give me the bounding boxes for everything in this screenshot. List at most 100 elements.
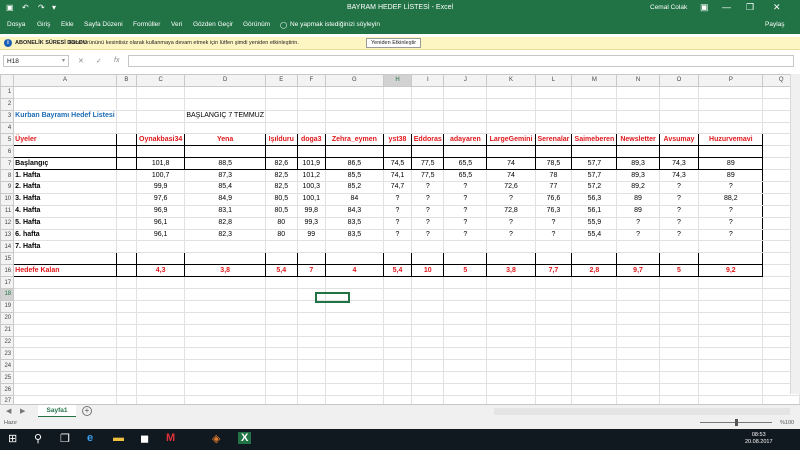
cell[interactable] [184, 97, 266, 111]
start-note[interactable]: BAŞLANGIÇ 7 TEMMUZ [184, 109, 266, 123]
cell[interactable] [616, 335, 660, 349]
cell[interactable] [135, 109, 186, 123]
members-label[interactable]: Üyeler [13, 133, 117, 147]
cell[interactable] [135, 276, 186, 290]
column-header[interactable]: O [658, 74, 700, 87]
cell[interactable] [13, 335, 117, 349]
row-header[interactable]: 22 [0, 335, 15, 349]
cell[interactable] [184, 252, 266, 266]
mcafee-icon[interactable]: M [166, 432, 175, 444]
cell[interactable] [616, 145, 660, 159]
cell[interactable] [534, 145, 573, 159]
cell[interactable] [443, 383, 488, 397]
weight-value[interactable]: 57,7 [571, 157, 618, 171]
weight-value[interactable]: ? [411, 181, 445, 194]
cell[interactable] [616, 97, 660, 111]
member-name[interactable]: adayaren [443, 133, 488, 147]
weight-value[interactable]: ? [698, 204, 764, 218]
cell[interactable] [698, 288, 764, 301]
cell[interactable] [616, 383, 660, 397]
cell[interactable] [265, 288, 298, 301]
maximize-button[interactable]: ❐ [746, 2, 754, 13]
cell[interactable] [265, 323, 298, 337]
weight-value[interactable]: 72,6 [486, 181, 536, 194]
cell[interactable] [184, 311, 266, 325]
cell[interactable] [486, 383, 536, 397]
weight-value[interactable]: ? [486, 192, 536, 206]
cell[interactable] [658, 145, 700, 159]
cell[interactable] [115, 109, 137, 123]
cell[interactable] [382, 299, 413, 313]
cell[interactable] [534, 323, 573, 337]
cell[interactable] [616, 323, 660, 337]
formula-input[interactable] [128, 55, 794, 67]
cell[interactable] [658, 276, 700, 290]
cell[interactable] [411, 288, 445, 301]
cell[interactable] [616, 276, 660, 290]
cell[interactable] [443, 311, 488, 325]
weight-value[interactable]: 83,5 [324, 216, 384, 230]
start-icon[interactable]: ⊞ [8, 432, 17, 445]
weight-value[interactable]: 65,5 [443, 169, 488, 183]
weight-value[interactable]: 82,6 [265, 157, 298, 171]
row-header[interactable]: 13 [0, 228, 15, 242]
weight-value[interactable]: 99,3 [296, 216, 326, 230]
weight-value[interactable] [658, 240, 700, 254]
cell[interactable] [382, 323, 413, 337]
tab-gozden-gecir[interactable]: Gözden Geçir [193, 21, 233, 28]
tell-me-box[interactable]: Ne yapmak istediğinizi söyleyin [290, 21, 380, 28]
row-header[interactable]: 10 [0, 192, 15, 206]
cell[interactable] [486, 347, 536, 361]
cell[interactable] [411, 85, 445, 99]
weight-value[interactable]: 101,2 [296, 169, 326, 183]
weight-value[interactable]: 88,5 [184, 157, 266, 171]
cell[interactable] [443, 335, 488, 349]
user-name[interactable]: Cemal Colak [650, 4, 687, 11]
cell[interactable] [443, 347, 488, 361]
column-header[interactable]: F [296, 74, 326, 87]
cell[interactable] [265, 299, 298, 313]
cell[interactable] [184, 121, 266, 135]
cell[interactable] [616, 252, 660, 266]
cell[interactable] [698, 121, 764, 135]
insert-function-icon[interactable]: fx [114, 57, 119, 64]
cell[interactable] [184, 276, 266, 290]
cell[interactable] [382, 371, 413, 385]
cell[interactable] [135, 85, 186, 99]
cell[interactable] [265, 85, 298, 99]
cell[interactable] [13, 121, 117, 135]
goal-value[interactable]: 9,7 [616, 264, 660, 278]
weight-value[interactable]: 99,9 [135, 181, 186, 194]
cell[interactable] [115, 383, 137, 397]
cell[interactable] [115, 121, 137, 135]
cell[interactable] [443, 323, 488, 337]
cell[interactable] [658, 311, 700, 325]
cell[interactable] [534, 359, 573, 373]
goal-value[interactable]: 7 [296, 264, 326, 278]
goal-value[interactable]: 4,3 [135, 264, 186, 278]
cell[interactable] [115, 97, 137, 111]
cell[interactable] [486, 359, 536, 373]
edge-icon[interactable]: e [87, 432, 93, 444]
cell[interactable] [135, 121, 186, 135]
cell[interactable] [184, 323, 266, 337]
column-header[interactable]: D [184, 74, 266, 87]
cell[interactable] [135, 371, 186, 385]
cell[interactable] [658, 383, 700, 397]
cell[interactable] [184, 145, 266, 159]
select-all-corner[interactable] [0, 74, 15, 87]
row-header[interactable]: 21 [0, 323, 15, 337]
goal-value[interactable]: 5,4 [382, 264, 413, 278]
weight-value[interactable]: 78,5 [534, 157, 573, 171]
goal-value[interactable]: 5,4 [265, 264, 298, 278]
row-header[interactable]: 17 [0, 276, 15, 290]
cell[interactable] [486, 97, 536, 111]
weight-value[interactable]: 89,3 [616, 157, 660, 171]
cell[interactable] [135, 252, 186, 266]
minimize-button[interactable]: — [722, 2, 731, 12]
cell[interactable] [486, 145, 536, 159]
goal-value[interactable]: 4 [324, 264, 384, 278]
cell[interactable] [443, 299, 488, 313]
close-button[interactable]: ✕ [773, 2, 781, 13]
member-name[interactable]: Işılduru [265, 133, 298, 147]
